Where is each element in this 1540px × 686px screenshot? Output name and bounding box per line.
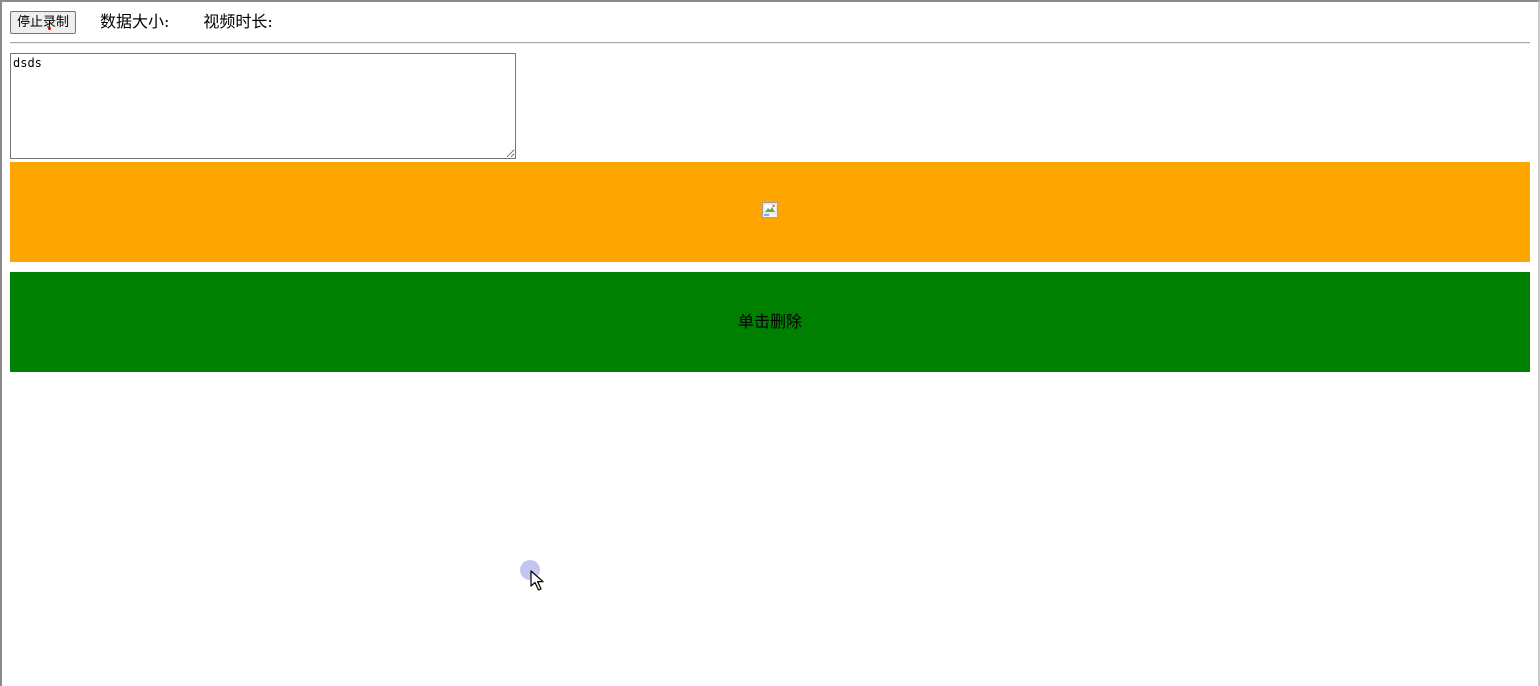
delete-label: 单击删除 xyxy=(737,312,802,331)
media-preview-panel xyxy=(10,162,1530,262)
delete-panel[interactable]: 单击删除 xyxy=(10,272,1530,372)
page-frame: 停止录制 数据大小: 视频时长: dsds 单击删除 xyxy=(0,0,1540,686)
recording-indicator-icon xyxy=(48,26,51,30)
stop-recording-label: 停止录制 xyxy=(17,14,70,30)
horizontal-rule xyxy=(10,42,1530,44)
broken-image-icon xyxy=(762,202,778,218)
recording-toolbar: 停止录制 数据大小: 视频时长: xyxy=(10,10,273,34)
video-duration-label: 视频时长: xyxy=(203,12,273,31)
data-size-label: 数据大小: xyxy=(100,12,170,31)
text-input-area[interactable]: dsds xyxy=(10,53,516,159)
mouse-pointer-icon xyxy=(530,570,552,594)
stop-recording-button[interactable]: 停止录制 xyxy=(10,10,77,34)
